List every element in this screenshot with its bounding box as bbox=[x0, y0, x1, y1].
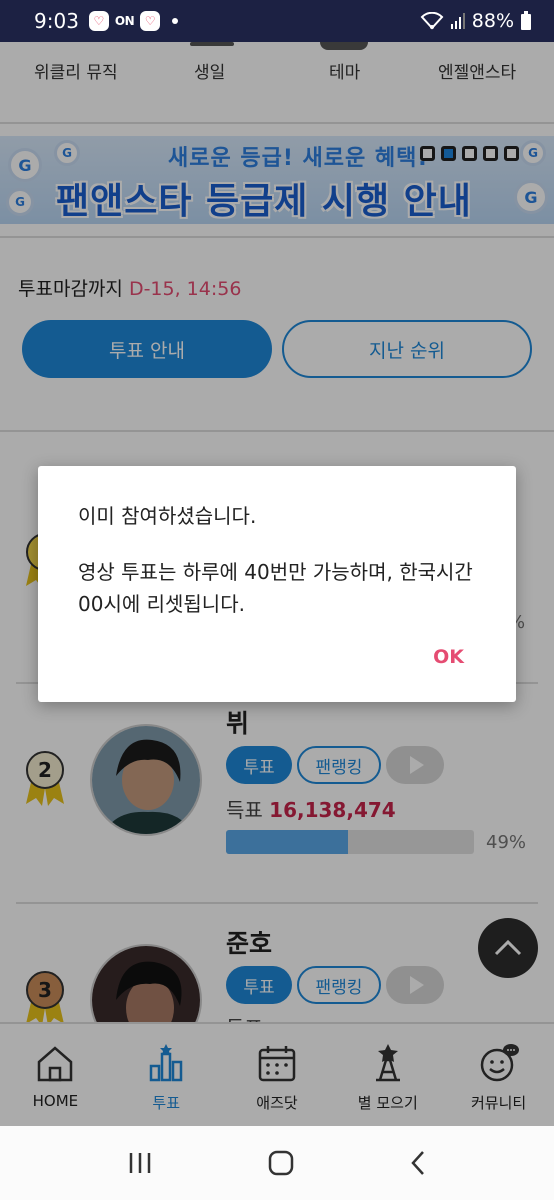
signal-icon bbox=[450, 13, 465, 29]
status-bar: 9:03 ♡ ON ♡ 88% bbox=[0, 0, 554, 42]
back-icon[interactable] bbox=[408, 1149, 428, 1177]
system-nav-bar bbox=[0, 1126, 554, 1200]
battery-icon bbox=[521, 11, 531, 30]
more-notifications-dot-icon bbox=[172, 18, 179, 24]
home-button-icon[interactable] bbox=[267, 1149, 295, 1177]
ok-button[interactable]: OK bbox=[433, 646, 464, 668]
app-notification-icon-2: ♡ bbox=[140, 11, 161, 31]
dialog-message-body: 영상 투표는 하루에 40번만 가능하며, 한국시간 00시에 리셋됩니다. bbox=[78, 560, 473, 616]
recent-apps-icon[interactable] bbox=[126, 1151, 154, 1175]
wifi-icon bbox=[420, 12, 444, 30]
already-voted-dialog: 이미 참여하셨습니다. 영상 투표는 하루에 40번만 가능하며, 한국시간 0… bbox=[38, 466, 516, 702]
battery-percent: 88% bbox=[471, 10, 514, 32]
status-time: 9:03 bbox=[34, 9, 79, 33]
dialog-message-title: 이미 참여하셨습니다. bbox=[78, 504, 257, 528]
on-app-notification-icon: ON bbox=[114, 14, 135, 28]
app-notification-icon: ♡ bbox=[88, 11, 109, 31]
